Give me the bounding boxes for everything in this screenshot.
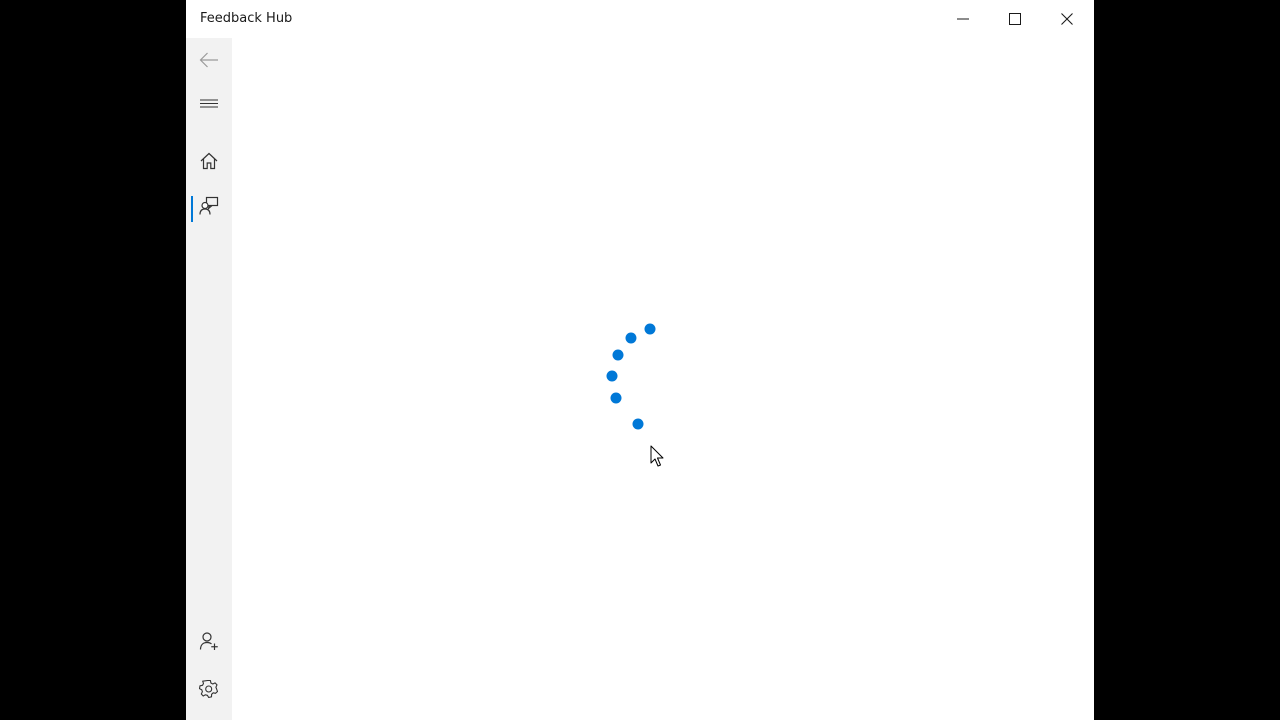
gear-icon [199,679,219,699]
spinner-dot [612,349,624,361]
spinner-dot [625,332,637,344]
hamburger-menu-icon [200,99,218,108]
minimize-button[interactable] [937,0,989,38]
nav-item-home[interactable] [186,141,232,181]
minimize-icon [957,18,969,20]
spinner-dot [644,323,656,335]
loading-spinner [606,323,656,430]
close-icon [1061,13,1073,25]
content-area [232,38,1094,720]
add-account-icon [199,632,218,650]
spinner-dot [610,392,622,404]
app-window: Feedback Hub [186,0,1094,720]
window-title: Feedback Hub [200,11,293,26]
nav-item-settings[interactable] [186,669,232,709]
spinner-dot [606,370,618,382]
home-icon [200,152,218,170]
maximize-button[interactable] [989,0,1041,38]
title-bar[interactable]: Feedback Hub [186,0,1094,38]
back-arrow-icon [199,52,218,68]
selection-indicator [191,196,193,222]
feedback-icon [199,196,219,215]
spinner-dot [632,418,644,430]
mouse-pointer-icon [650,445,664,467]
hamburger-menu-button[interactable] [186,85,232,125]
back-button[interactable] [186,40,232,80]
navigation-pane [186,38,232,720]
nav-item-account[interactable] [186,621,232,661]
close-button[interactable] [1041,0,1093,38]
maximize-icon [1009,13,1021,25]
nav-item-feedback[interactable] [186,186,232,226]
